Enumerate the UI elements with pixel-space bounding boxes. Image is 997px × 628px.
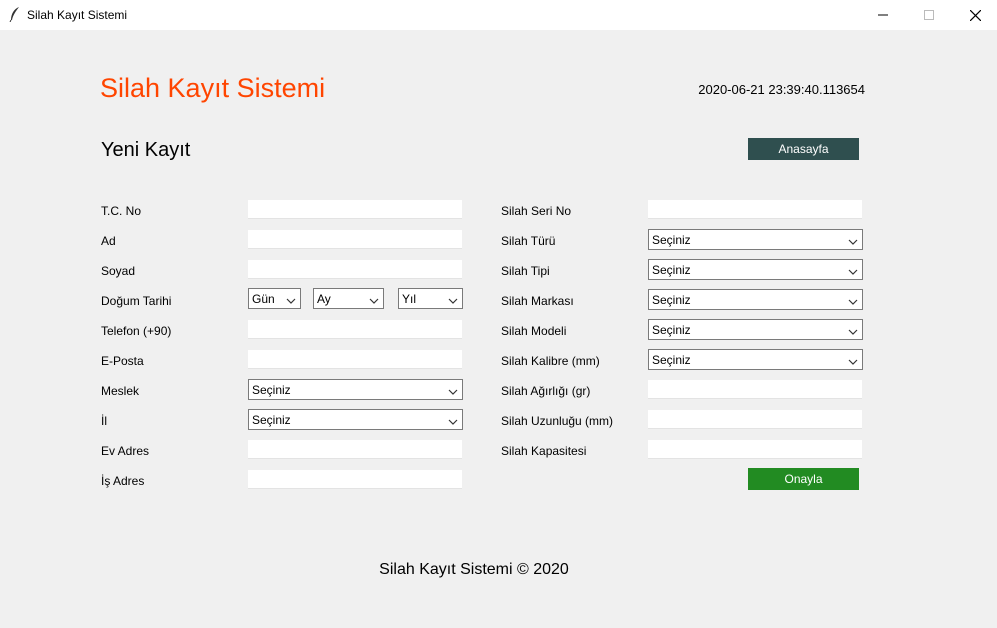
silah-markasi-label: Silah Markası [501, 294, 574, 308]
is-adres-input[interactable] [248, 470, 462, 489]
silah-tipi-label: Silah Tipi [501, 264, 550, 278]
dogum-tarihi-label: Doğum Tarihi [101, 294, 172, 308]
silah-turu-select[interactable]: Seçiniz [648, 229, 863, 250]
silah-kalibre-label: Silah Kalibre (mm) [501, 354, 600, 368]
silah-kapasitesi-label: Silah Kapasitesi [501, 444, 587, 458]
dogum-yil-select[interactable]: Yıl [398, 288, 463, 309]
eposta-label: E-Posta [101, 354, 144, 368]
chevron-down-icon [448, 294, 458, 304]
window-title: Silah Kayıt Sistemi [27, 8, 128, 22]
meslek-select[interactable]: Seçiniz [248, 379, 463, 400]
ev-adres-label: Ev Adres [101, 444, 150, 458]
dogum-ay-select[interactable]: Ay [313, 288, 384, 309]
silah-markasi-value: Seçiniz [652, 293, 691, 307]
chevron-down-icon [848, 235, 858, 245]
silah-kalibre-select[interactable]: Seçiniz [648, 349, 863, 370]
silah-modeli-value: Seçiniz [652, 323, 691, 337]
silah-turu-label: Silah Türü [501, 234, 556, 248]
eposta-input[interactable] [248, 350, 462, 369]
silah-uzunlugu-label: Silah Uzunluğu (mm) [501, 414, 614, 428]
ad-label: Ad [101, 234, 116, 248]
chevron-down-icon [848, 355, 858, 365]
dogum-ay-value: Ay [317, 292, 331, 306]
feather-icon [8, 6, 22, 23]
meslek-label: Meslek [101, 384, 140, 398]
chevron-down-icon [848, 265, 858, 275]
section-title: Yeni Kayıt [101, 139, 191, 161]
soyad-label: Soyad [101, 264, 136, 278]
seri-no-input[interactable] [648, 200, 862, 219]
silah-uzunlugu-input[interactable] [648, 410, 862, 429]
dogum-gun-select[interactable]: Gün [248, 288, 301, 309]
chevron-down-icon [369, 294, 379, 304]
chevron-down-icon [848, 295, 858, 305]
ad-input[interactable] [248, 230, 462, 249]
silah-markasi-select[interactable]: Seçiniz [648, 289, 863, 310]
window-titlebar: Silah Kayıt Sistemi [0, 0, 997, 30]
close-button[interactable] [952, 0, 997, 30]
telefon-label: Telefon (+90) [101, 324, 172, 338]
chevron-down-icon [448, 415, 458, 425]
home-button[interactable]: Anasayfa [748, 138, 859, 160]
page-title: Silah Kayıt Sistemi [100, 73, 326, 103]
soyad-input[interactable] [248, 260, 462, 279]
il-select[interactable]: Seçiniz [248, 409, 463, 430]
ev-adres-input[interactable] [248, 440, 462, 459]
is-adres-label: İş Adres [101, 474, 145, 488]
il-value: Seçiniz [252, 413, 291, 427]
tc-no-label: T.C. No [101, 204, 142, 218]
dogum-yil-value: Yıl [402, 292, 417, 306]
footer-text: Silah Kayıt Sistemi © 2020 [379, 561, 569, 578]
silah-modeli-select[interactable]: Seçiniz [648, 319, 863, 340]
silah-kalibre-value: Seçiniz [652, 353, 691, 367]
meslek-value: Seçiniz [252, 383, 291, 397]
datetime-label: 2020-06-21 23:39:40.113654 [698, 82, 865, 97]
silah-tipi-select[interactable]: Seçiniz [648, 259, 863, 280]
onayla-button[interactable]: Onayla [748, 468, 859, 490]
chevron-down-icon [448, 385, 458, 395]
silah-tipi-value: Seçiniz [652, 263, 691, 277]
chevron-down-icon [286, 294, 296, 304]
tc-no-input[interactable] [248, 200, 462, 219]
silah-agirligi-input[interactable] [648, 380, 862, 399]
minimize-button[interactable] [860, 0, 906, 30]
chevron-down-icon [848, 325, 858, 335]
silah-agirligi-label: Silah Ağırlığı (gr) [501, 384, 591, 398]
maximize-button[interactable] [906, 0, 952, 30]
silah-modeli-label: Silah Modeli [501, 324, 567, 338]
seri-no-label: Silah Seri No [501, 204, 572, 218]
dogum-gun-value: Gün [252, 292, 275, 306]
silah-kapasitesi-input[interactable] [648, 440, 862, 459]
telefon-input[interactable] [248, 320, 462, 339]
il-label: İl [101, 414, 107, 428]
silah-turu-value: Seçiniz [652, 233, 691, 247]
